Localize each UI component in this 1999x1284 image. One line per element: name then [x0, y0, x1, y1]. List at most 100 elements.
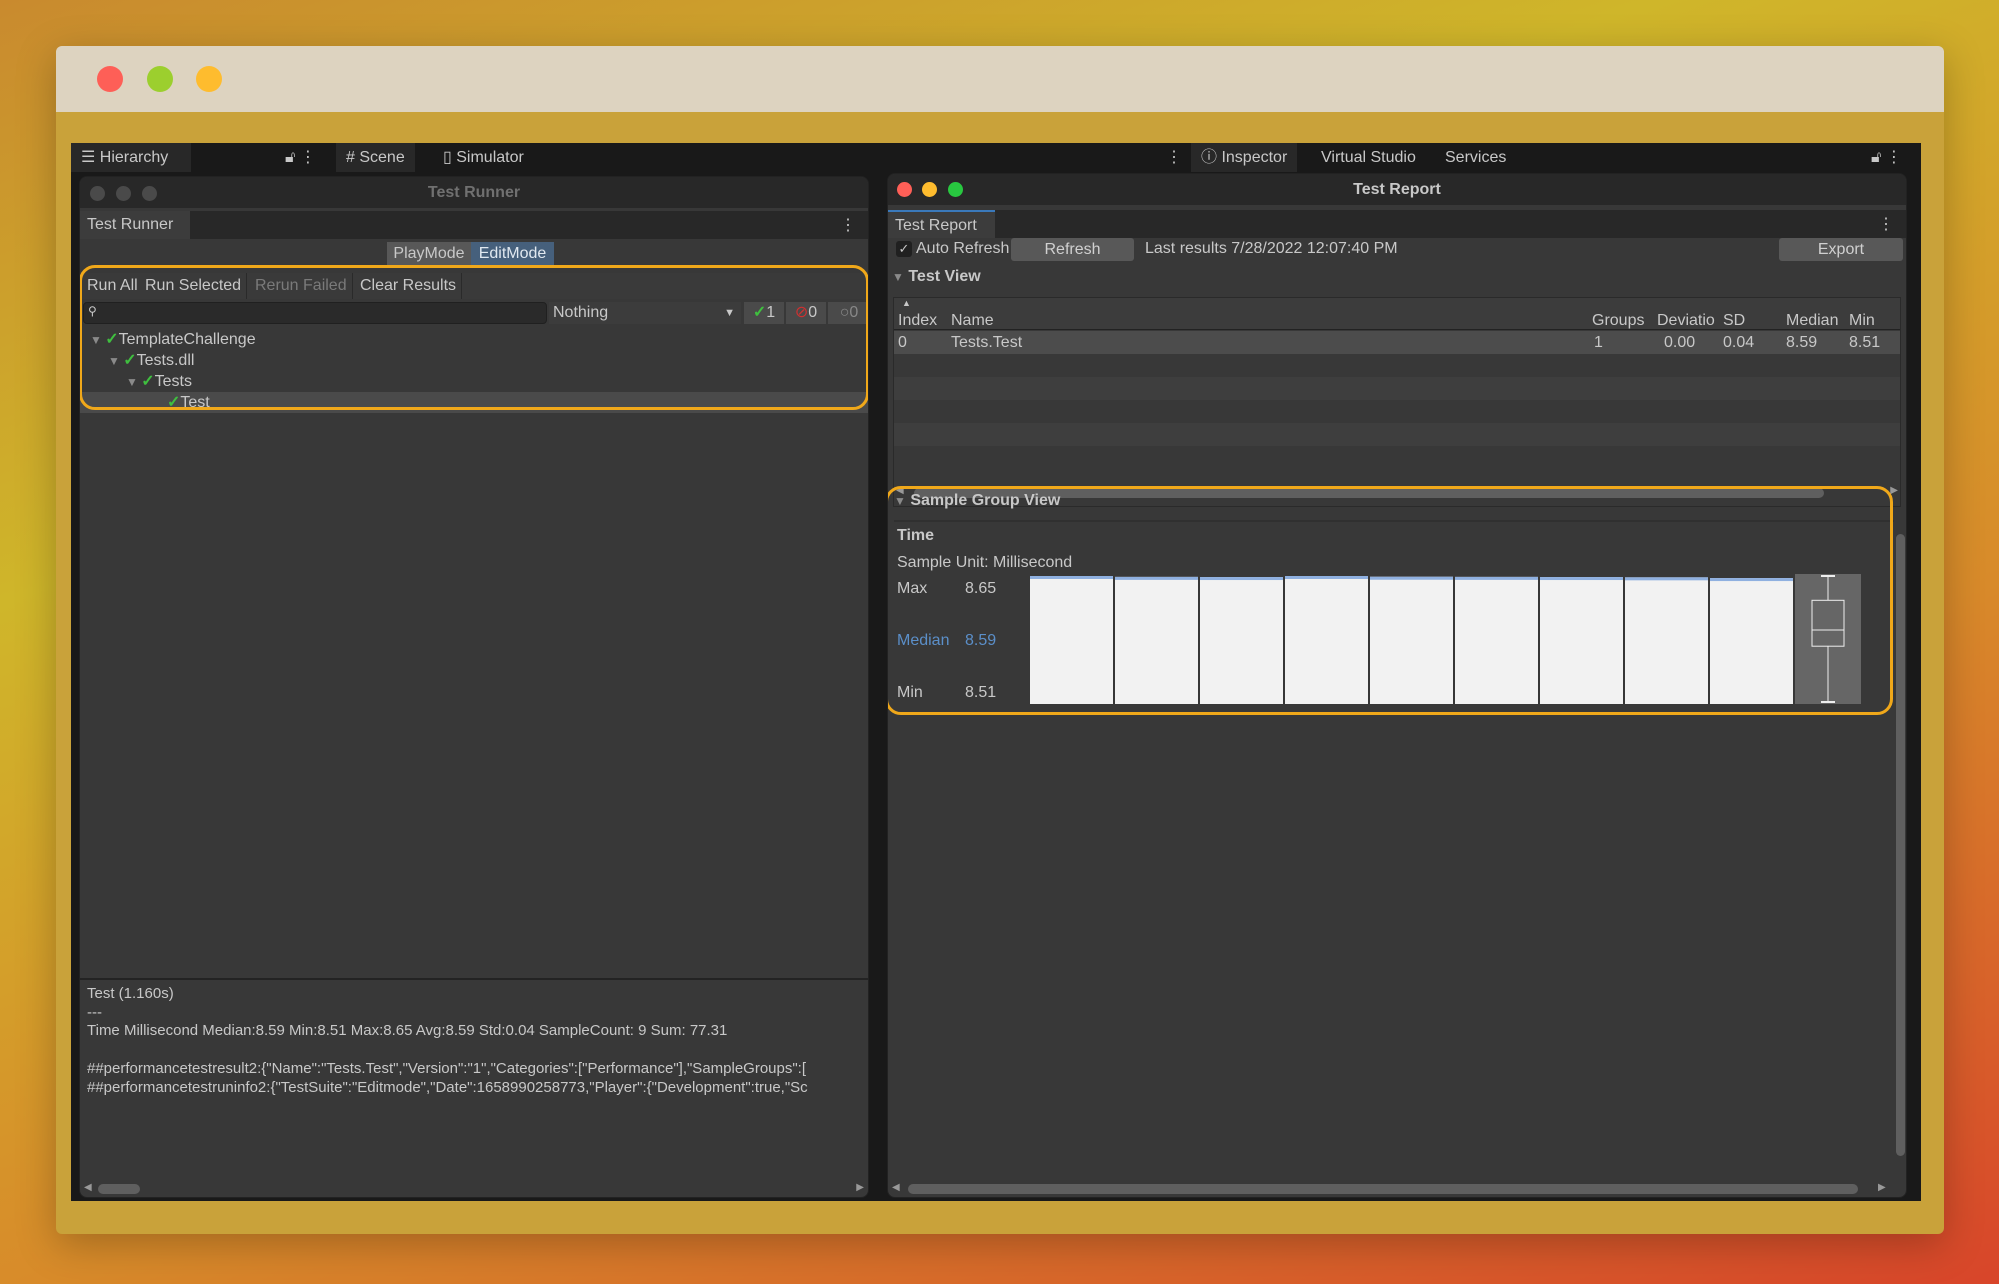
more-icon[interactable]: ⋮	[1166, 147, 1182, 167]
sample-group-name: Time	[897, 527, 935, 544]
lock-icon[interactable]: 🔓︎ ⋮	[1871, 147, 1902, 167]
lock-icon[interactable]: 🔓︎ ⋮	[285, 147, 316, 167]
expand-triangle-icon[interactable]: ▼	[108, 354, 123, 368]
expand-triangle-icon: ▼	[892, 270, 904, 284]
sample-bar	[1710, 578, 1793, 704]
last-results-text: Last results 7/28/2022 12:07:40 PM	[1145, 240, 1398, 257]
table-header: Index Name Groups Deviatio SD Median Min…	[894, 298, 1900, 330]
more-icon[interactable]: ⋮	[1878, 214, 1894, 234]
scroll-right-icon[interactable]: ▶	[856, 1182, 864, 1193]
run-all-button[interactable]: Run All	[82, 273, 144, 299]
auto-refresh-label: Auto Refresh	[916, 240, 1010, 257]
skipped-icon: ○	[839, 304, 850, 321]
chevron-down-icon: ▼	[724, 307, 735, 319]
horizontal-scrollbar[interactable]	[98, 1184, 140, 1194]
sample-bar	[1285, 576, 1368, 704]
sample-bar	[1200, 577, 1283, 704]
editmode-tab[interactable]: EditMode	[471, 242, 554, 266]
sample-bar	[1455, 576, 1538, 704]
sample-bar-top	[1625, 577, 1708, 581]
grid-icon: #	[346, 149, 360, 166]
scroll-right-icon[interactable]: ▶	[1878, 1182, 1886, 1193]
refresh-button[interactable]: Refresh	[1011, 238, 1134, 261]
column-name[interactable]: Name	[951, 312, 994, 330]
minimize-button[interactable]	[147, 66, 173, 92]
vertical-scroll-thumb[interactable]	[1896, 534, 1905, 1156]
scroll-left-icon[interactable]: ◀	[892, 1182, 900, 1193]
check-icon: ✓	[167, 394, 181, 411]
sample-bar-top	[1370, 576, 1453, 580]
tree-item[interactable]: ▼ ✓Tests.dll	[80, 350, 868, 371]
sample-bar-top	[1710, 578, 1793, 582]
sample-bar	[1540, 577, 1623, 704]
zoom-button[interactable]	[948, 182, 963, 197]
close-button[interactable]	[897, 182, 912, 197]
box-plot-box	[1811, 599, 1845, 647]
close-button[interactable]	[90, 186, 105, 201]
empty-row	[894, 423, 1900, 446]
horizontal-scrollbar[interactable]	[908, 1184, 1858, 1194]
median-label: Median	[897, 632, 950, 649]
zoom-button[interactable]	[142, 186, 157, 201]
tab-strip: Test Runner ⋮	[80, 211, 868, 239]
tab-hierarchy[interactable]: ☰ Hierarchy	[71, 143, 191, 172]
sample-bar-top	[1540, 577, 1623, 581]
tab-test-runner[interactable]: Test Runner	[80, 211, 190, 239]
column-sd[interactable]: SD	[1723, 312, 1745, 330]
splitter[interactable]	[80, 978, 868, 980]
sample-bar-top	[1115, 576, 1198, 580]
tree-item[interactable]: ▼ ✓TemplateChallenge	[80, 329, 868, 350]
close-button[interactable]	[97, 66, 123, 92]
table-row[interactable]: 0 Tests.Test 1 0.00 0.04 8.59 8.51	[894, 331, 1900, 354]
tree-item-selected[interactable]: ✓Test	[80, 392, 868, 413]
phone-icon: ▯	[443, 149, 457, 166]
tab-inspector[interactable]: ⓘ Inspector	[1191, 143, 1298, 172]
info-icon: ⓘ	[1201, 149, 1222, 166]
run-selected-button[interactable]: Run Selected	[140, 273, 248, 299]
skipped-filter-toggle[interactable]: ○0	[828, 302, 868, 324]
minimize-button[interactable]	[116, 186, 131, 201]
test-view-foldout[interactable]: ▼ Test View	[892, 268, 981, 286]
failed-filter-toggle[interactable]: ⊘0	[786, 302, 826, 324]
expand-triangle-icon[interactable]: ▼	[90, 333, 105, 347]
search-input[interactable]: ⚲	[83, 302, 547, 324]
scroll-right-icon[interactable]: ▶	[1890, 485, 1898, 496]
column-median[interactable]: Median	[1786, 312, 1838, 330]
zoom-button[interactable]	[196, 66, 222, 92]
column-deviation[interactable]: Deviatio	[1657, 312, 1717, 330]
filter-dropdown[interactable]: Nothing ▼	[549, 302, 741, 324]
minimize-button[interactable]	[922, 182, 937, 197]
sample-unit: Sample Unit: Millisecond	[897, 554, 1073, 571]
tree-item[interactable]: ▼ ✓Tests	[80, 371, 868, 392]
more-icon[interactable]: ⋮	[840, 215, 856, 235]
scroll-left-icon[interactable]: ◀	[84, 1182, 92, 1193]
min-value: 8.51	[965, 684, 997, 701]
sample-group-view-foldout[interactable]: ▼ Sample Group View	[894, 492, 1060, 510]
tab-scene[interactable]: # Scene	[336, 143, 415, 172]
tab-test-report[interactable]: Test Report	[888, 210, 995, 238]
test-report-titlebar: Test Report	[888, 174, 1906, 205]
passed-filter-toggle[interactable]: ✓1	[744, 302, 784, 324]
check-icon: ✓	[123, 352, 137, 369]
column-min[interactable]: Min	[1849, 312, 1875, 330]
tab-simulator[interactable]: ▯ Simulator	[433, 143, 534, 172]
tab-services[interactable]: Services	[1435, 143, 1516, 172]
expand-triangle-icon[interactable]: ▼	[126, 375, 141, 389]
export-button[interactable]: Export	[1779, 238, 1903, 261]
rerun-failed-button[interactable]: Rerun Failed	[250, 273, 353, 299]
search-icon: ⚲	[88, 304, 97, 318]
sample-graph	[1030, 574, 1861, 704]
sample-bar-top	[1285, 576, 1368, 579]
test-table: Index Name Groups Deviatio SD Median Min…	[893, 297, 1901, 507]
playmode-tab[interactable]: PlayMode	[387, 242, 471, 266]
tab-strip: Test Report ⋮	[888, 210, 1906, 238]
vertical-scrollbar[interactable]	[1896, 520, 1906, 1170]
tab-virtual-studio[interactable]: Virtual Studio	[1311, 143, 1426, 172]
divider	[894, 520, 1894, 522]
clear-results-button[interactable]: Clear Results	[355, 273, 463, 299]
test-runner-titlebar: Test Runner	[80, 177, 868, 208]
auto-refresh-checkbox[interactable]: ✓	[896, 241, 912, 257]
column-groups[interactable]: Groups	[1592, 312, 1644, 330]
test-runner-panel: Test Runner Test Runner ⋮ PlayMode EditM…	[79, 176, 869, 1198]
column-index[interactable]: Index	[898, 312, 937, 330]
